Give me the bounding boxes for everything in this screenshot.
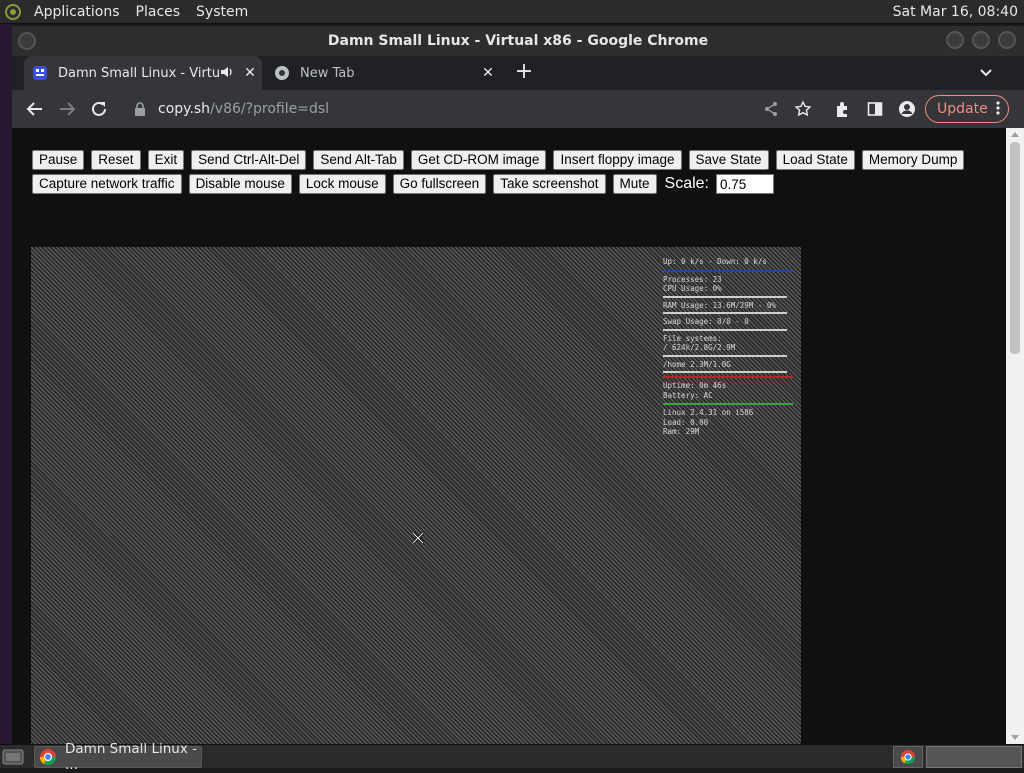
conky-cpu-line: CPU Usage: 0% xyxy=(663,284,722,293)
update-label: Update xyxy=(937,101,988,117)
browser-window: Damn Small Linux - Virtual x86 - Google … xyxy=(12,26,1024,744)
taskbar-task-label: Damn Small Linux - ... xyxy=(65,741,197,773)
send-alt-tab-button[interactable]: Send Alt-Tab xyxy=(313,150,404,170)
conky-home-fs-bar xyxy=(663,371,787,373)
close-tab-icon[interactable]: ✕ xyxy=(476,65,500,81)
tab-strip: Damn Small Linux - Virtual x86 ✕ New Tab… xyxy=(12,56,1024,90)
controls-row-2: Capture network traffic Disable mouse Lo… xyxy=(32,174,992,194)
memory-dump-button[interactable]: Memory Dump xyxy=(861,150,965,170)
forward-arrow-icon[interactable] xyxy=(54,97,80,121)
back-arrow-icon[interactable] xyxy=(22,97,48,121)
insert-floppy-image-button[interactable]: Insert floppy image xyxy=(553,150,682,170)
lock-icon[interactable] xyxy=(134,102,148,116)
top-panel: Applications Places System Sat Mar 16, 0… xyxy=(0,0,1024,24)
browser-toolbar: copy.sh/v86/?profile=dsl Update xyxy=(12,90,1024,128)
scroll-down-arrow-icon[interactable] xyxy=(1011,735,1019,740)
scale-input[interactable] xyxy=(716,174,774,194)
conky-ram-total-line: Ram: 29M xyxy=(663,427,700,436)
conky-monitor: Up: 0 k/s - Down: 0 k/s Processes: 23 CP… xyxy=(663,257,793,437)
controls-row-1: Pause Reset Exit Send Ctrl-Alt-Del Send … xyxy=(32,150,992,170)
send-ctrl-alt-del-button[interactable]: Send Ctrl-Alt-Del xyxy=(191,150,307,170)
conky-processes-line: Processes: 23 xyxy=(663,274,722,284)
capture-network-traffic-button[interactable]: Capture network traffic xyxy=(32,174,182,194)
emulator-screen[interactable]: Up: 0 k/s - Down: 0 k/s Processes: 23 CP… xyxy=(31,247,801,744)
conky-swap-bar xyxy=(663,328,787,331)
address-bar[interactable]: copy.sh/v86/?profile=dsl xyxy=(124,94,824,124)
get-cdrom-image-button[interactable]: Get CD-ROM image xyxy=(410,150,547,170)
load-state-button[interactable]: Load State xyxy=(775,150,855,170)
conky-root-fs-bar xyxy=(663,354,787,357)
workspace-switcher[interactable] xyxy=(926,746,1022,768)
conky-cpu-bar xyxy=(663,295,787,298)
reload-icon[interactable] xyxy=(86,97,112,121)
url-host: copy.sh xyxy=(158,101,211,117)
speaker-icon[interactable] xyxy=(220,66,238,81)
conky-kernel-line: Linux 2.4.31 on i586 xyxy=(663,408,754,417)
mute-button[interactable]: Mute xyxy=(612,174,657,194)
save-state-button[interactable]: Save State xyxy=(688,150,769,170)
extensions-icon[interactable] xyxy=(832,98,854,120)
window-menu-button[interactable] xyxy=(18,32,36,50)
update-button[interactable]: Update xyxy=(925,95,1009,123)
distro-logo-icon[interactable] xyxy=(0,0,26,24)
taskbar-chrome-window[interactable]: Damn Small Linux - ... xyxy=(34,741,202,773)
kebab-menu-icon[interactable] xyxy=(996,100,1000,120)
menu-places[interactable]: Places xyxy=(128,0,189,24)
chrome-favicon-icon xyxy=(274,65,290,81)
side-panel-icon[interactable] xyxy=(864,98,886,120)
tab-title: New Tab xyxy=(300,65,355,81)
window-title: Damn Small Linux - Virtual x86 - Google … xyxy=(327,33,709,49)
exit-button[interactable]: Exit xyxy=(147,150,185,170)
conky-swap-line: Swap Usage: 0/0 - 0 xyxy=(663,317,749,326)
bottom-taskbar: Damn Small Linux - ... xyxy=(0,741,1024,773)
desktop-background xyxy=(0,24,12,744)
conky-ram-line: RAM Usage: 13.6M/29M - 0% xyxy=(663,300,776,310)
conky-battery-line: Battery: AC xyxy=(663,390,713,400)
scale-label: Scale: xyxy=(664,175,709,192)
bookmark-star-icon[interactable] xyxy=(792,98,814,120)
new-tab-plus-icon[interactable]: + xyxy=(512,61,536,85)
tab-title: Damn Small Linux - Virtual x86 xyxy=(58,65,220,81)
reset-button[interactable]: Reset xyxy=(91,150,141,170)
maximize-button[interactable] xyxy=(972,31,990,49)
chrome-icon xyxy=(39,748,57,766)
profile-avatar-icon[interactable] xyxy=(896,98,918,120)
conky-red-rule xyxy=(663,376,793,378)
tab-search-chevron-icon[interactable] xyxy=(978,64,996,82)
conky-root-fs-line: / 624k/2.8G/2.9M xyxy=(663,343,736,352)
panel-clock[interactable]: Sat Mar 16, 08:40 xyxy=(893,0,1018,24)
take-screenshot-button[interactable]: Take screenshot xyxy=(493,174,606,194)
conky-ram-bar xyxy=(663,312,787,314)
disable-mouse-button[interactable]: Disable mouse xyxy=(188,174,292,194)
pause-button[interactable]: Pause xyxy=(32,150,85,170)
conky-home-fs-line: /home 2.3M/1.0G xyxy=(663,359,731,369)
menu-applications[interactable]: Applications xyxy=(26,0,128,24)
show-desktop-icon[interactable] xyxy=(2,748,24,766)
page-scrollbar[interactable] xyxy=(1006,128,1024,744)
conky-filesystems-line: File systems: xyxy=(663,333,722,343)
conky-load-line: Load: 0.00 xyxy=(663,417,709,427)
window-titlebar[interactable]: Damn Small Linux - Virtual x86 - Google … xyxy=(12,26,1024,56)
emulator-controls: Pause Reset Exit Send Ctrl-Alt-Del Send … xyxy=(32,150,992,198)
url-path: /v86/?profile=dsl xyxy=(210,101,330,117)
x-cursor-icon xyxy=(411,530,425,545)
v86-favicon-icon xyxy=(32,65,48,81)
tray-chrome-icon[interactable] xyxy=(893,746,923,768)
conky-network-line: Up: 0 k/s - Down: 0 k/s xyxy=(663,257,767,266)
tab-damn-small-linux[interactable]: Damn Small Linux - Virtual x86 ✕ xyxy=(24,56,262,90)
conky-uptime-line: Uptime: 0m 46s xyxy=(663,381,727,390)
page-content: Pause Reset Exit Send Ctrl-Alt-Del Send … xyxy=(12,128,1006,744)
menu-system[interactable]: System xyxy=(188,0,256,24)
close-tab-icon[interactable]: ✕ xyxy=(238,65,262,81)
minimize-button[interactable] xyxy=(946,31,964,49)
go-fullscreen-button[interactable]: Go fullscreen xyxy=(392,174,487,194)
scrollbar-thumb[interactable] xyxy=(1010,142,1020,354)
close-window-button[interactable] xyxy=(998,31,1016,49)
conky-blue-rule xyxy=(663,269,793,272)
tab-new-tab[interactable]: New Tab ✕ xyxy=(264,56,500,90)
lock-mouse-button[interactable]: Lock mouse xyxy=(298,174,386,194)
conky-green-rule xyxy=(663,403,793,405)
scroll-up-arrow-icon[interactable] xyxy=(1011,132,1019,137)
share-icon[interactable] xyxy=(760,98,782,120)
